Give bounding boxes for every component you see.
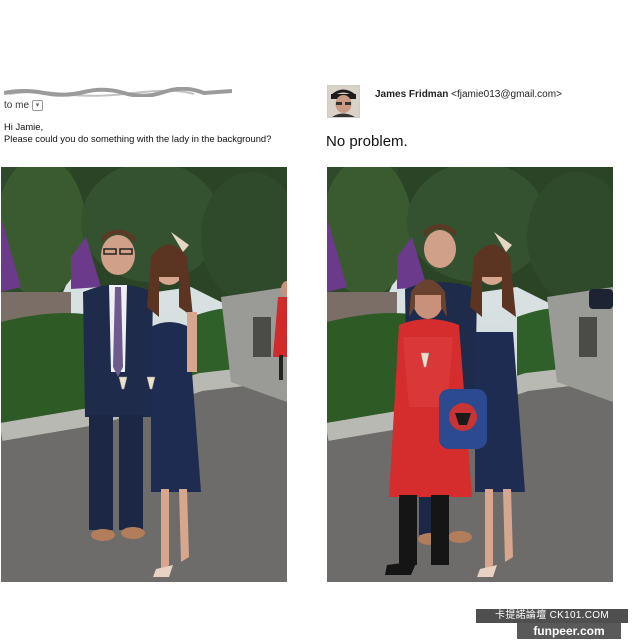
- sender-email: <fjamie013@gmail.com>: [451, 89, 562, 100]
- redacted-sender-line: [3, 84, 233, 98]
- reply-text: No problem.: [326, 133, 408, 150]
- original-photo: [1, 167, 287, 582]
- email-body: Hi Jamie, Please could you do something …: [4, 121, 271, 145]
- recipient-line: to me ▾: [4, 100, 44, 111]
- sender-name: James Fridman: [375, 89, 449, 100]
- sender-line: James Fridman <fjamie013@gmail.com>: [375, 89, 562, 100]
- recipient-label: to me: [4, 100, 30, 111]
- watermark-forum: 卡提諾論壇 CK101.COM: [476, 609, 628, 623]
- edited-photo: [327, 167, 613, 582]
- watermark-site: funpeer.com: [517, 623, 621, 639]
- email-greeting: Hi Jamie,: [4, 121, 44, 132]
- chevron-down-icon[interactable]: ▾: [32, 100, 44, 111]
- avatar: [327, 85, 360, 118]
- email-request: Please could you do something with the l…: [4, 133, 272, 144]
